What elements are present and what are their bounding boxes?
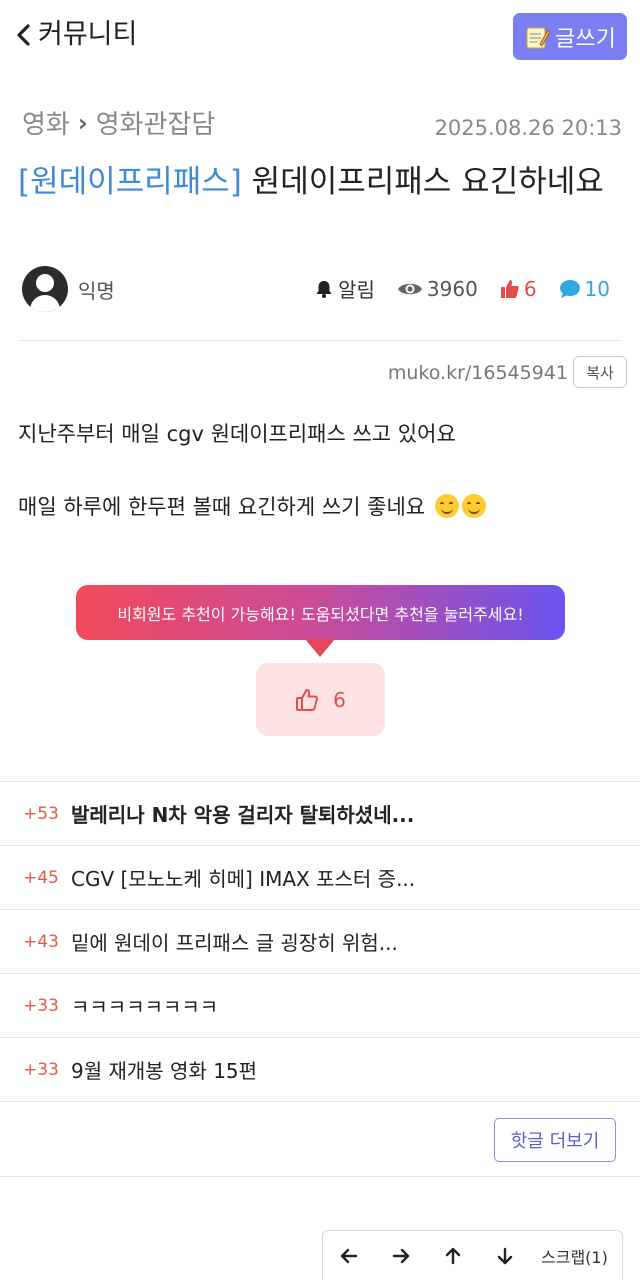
bell-icon [316, 280, 332, 298]
recommend-tooltip: 비회원도 추천이 가능해요! 도움되셨다면 추천을 눌러주세요! [76, 585, 565, 640]
hot-post-title: 발레리나 N차 악용 걸리자 탈퇴하셨네... [71, 803, 415, 827]
view-count: 3960 [397, 277, 478, 301]
next-post-button[interactable] [375, 1247, 427, 1265]
hot-more-row: 핫글 더보기 [0, 1101, 640, 1177]
post-content: 지난주부터 매일 cgv 원데이프리패스 쓰고 있어요 매일 하루에 한두편 볼… [18, 414, 622, 560]
hot-post-title: 9월 재개봉 영화 15편 [71, 1059, 258, 1083]
hot-post-item[interactable]: +43 밑에 원데이 프리패스 글 굉장히 위험... [0, 909, 640, 973]
smiling-face-icon [434, 494, 459, 518]
post-title: [원데이프리패스] 원데이프리패스 요긴하네요 [18, 158, 618, 206]
breadcrumb-category[interactable]: 영화 [22, 104, 70, 141]
memo-icon [526, 27, 551, 48]
recommend-count: 6 [333, 687, 346, 712]
like-count: 6 [500, 277, 537, 301]
hot-post-score: +53 [23, 803, 59, 824]
hot-more-button[interactable]: 핫글 더보기 [494, 1118, 616, 1162]
hot-post-item[interactable]: +33 9월 재개봉 영화 15편 [0, 1037, 640, 1101]
hot-post-title: 밑에 원데이 프리패스 글 굉장히 위험... [71, 931, 398, 955]
thumbs-up-outline-icon [296, 688, 319, 711]
alarm-button[interactable]: 알림 [314, 274, 375, 303]
author-name: 익명 [78, 278, 115, 303]
post-title-tag: [원데이프리패스] [18, 164, 242, 200]
hot-post-item[interactable]: +33 ㅋㅋㅋㅋㅋㅋㅋㅋ [0, 973, 640, 1037]
breadcrumb-board[interactable]: 영화관잡담 [96, 104, 216, 141]
arrow-right-icon [392, 1248, 410, 1264]
write-label: 글쓰기 [555, 26, 616, 52]
hot-post-score: +33 [23, 1059, 59, 1080]
hot-post-item[interactable]: +53 발레리나 N차 악용 걸리자 탈퇴하셨네... [0, 781, 640, 845]
copy-url-button[interactable]: 복사 [573, 356, 627, 388]
chevron-right-icon: › [77, 108, 88, 137]
post-url: muko.kr/16545941 [387, 362, 568, 384]
tooltip-arrow [305, 639, 335, 657]
like-count-value: 6 [523, 276, 537, 301]
back-label: 커뮤니티 [38, 19, 138, 50]
thumbs-up-icon [500, 279, 519, 298]
hot-post-title: CGV [모노노케 히메] IMAX 포스터 증... [71, 867, 416, 891]
post-body-line-2: 매일 하루에 한두편 볼때 요긴하게 쓰기 좋네요 [18, 487, 622, 527]
breadcrumb: 영화 › 영화관잡담 [22, 104, 215, 141]
scroll-top-button[interactable] [427, 1247, 479, 1265]
eye-icon [397, 283, 422, 294]
top-bar: 커뮤니티 글쓰기 [0, 0, 640, 72]
smiling-face-icon [461, 494, 486, 518]
chat-bubble-icon [559, 279, 580, 298]
write-button[interactable]: 글쓰기 [513, 13, 627, 60]
hot-post-item[interactable]: +45 CGV [모노노케 히메] IMAX 포스터 증... [0, 845, 640, 909]
recommend-button[interactable]: 6 [256, 663, 385, 736]
arrow-down-icon [497, 1247, 513, 1265]
post-date: 2025.08.26 20:13 [434, 116, 622, 140]
arrow-left-icon [340, 1248, 358, 1264]
hot-post-title: ㅋㅋㅋㅋㅋㅋㅋㅋ [71, 995, 219, 1019]
chevron-left-icon [17, 24, 30, 46]
alarm-label: 알림 [338, 278, 375, 302]
arrow-up-icon [445, 1247, 461, 1265]
scroll-bottom-button[interactable] [479, 1247, 531, 1265]
comment-count[interactable]: 10 [559, 277, 610, 301]
post-stats: 알림 3960 6 10 [292, 274, 610, 303]
bottom-nav: 스크랩(1) [322, 1230, 623, 1280]
hot-post-score: +33 [23, 995, 59, 1016]
divider [18, 340, 622, 341]
post-title-text: 원데이프리패스 요긴하네요 [241, 164, 604, 200]
post-body-text: 매일 하루에 한두편 볼때 요긴하게 쓰기 좋네요 [18, 495, 426, 519]
comment-count-value: 10 [584, 276, 610, 301]
hot-post-list: +53 발레리나 N차 악용 걸리자 탈퇴하셨네... +45 CGV [모노노… [0, 781, 640, 1177]
post-body-line: 지난주부터 매일 cgv 원데이프리패스 쓰고 있어요 [18, 422, 456, 446]
back-button[interactable]: 커뮤니티 [14, 16, 137, 54]
author-info: 익명 [22, 266, 115, 312]
view-count-value: 3960 [426, 276, 478, 301]
prev-post-button[interactable] [323, 1247, 375, 1265]
avatar [22, 266, 68, 312]
hot-post-score: +45 [23, 867, 59, 888]
hot-post-score: +43 [23, 931, 59, 952]
scrap-button[interactable]: 스크랩(1) [541, 1244, 608, 1268]
